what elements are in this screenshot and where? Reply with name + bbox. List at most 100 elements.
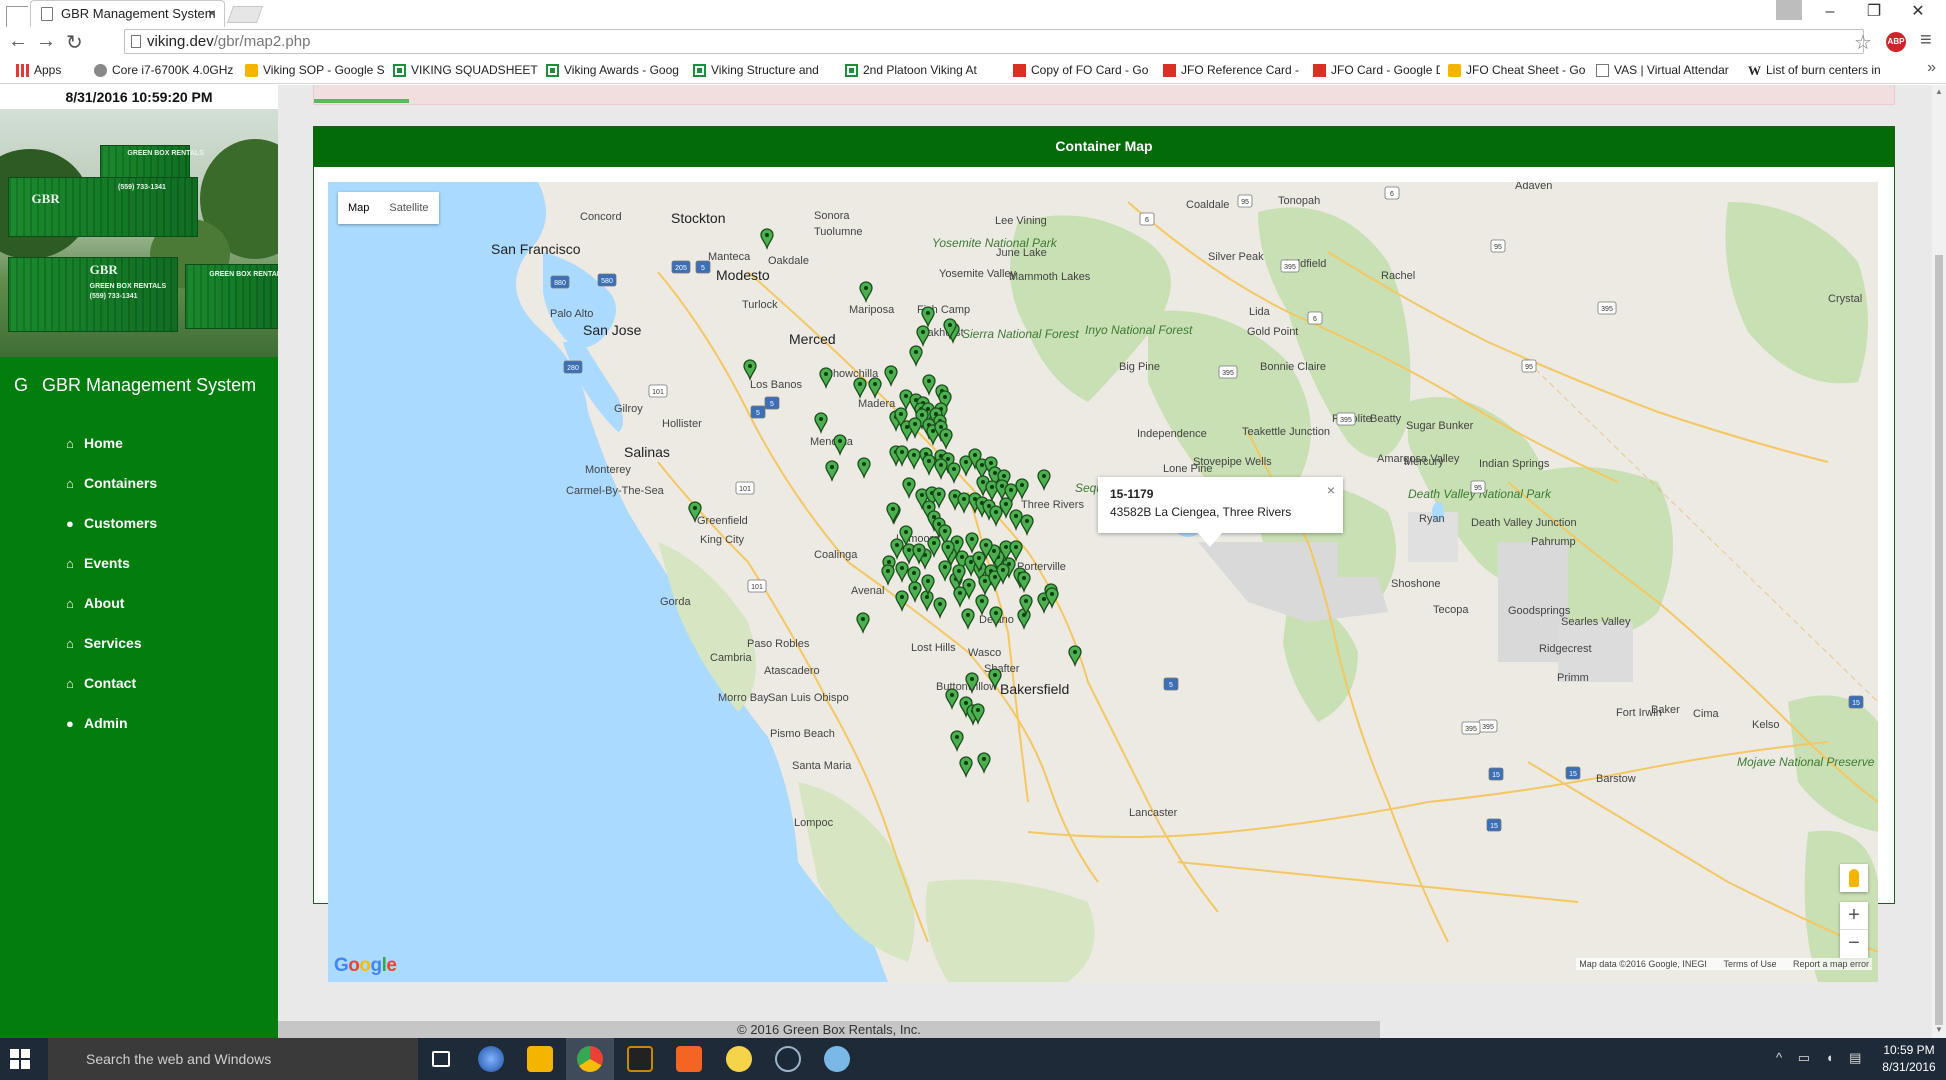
- container-marker-icon[interactable]: [833, 434, 847, 457]
- bookmark-item[interactable]: Viking Structure and: [693, 63, 819, 80]
- container-marker-icon[interactable]: [853, 377, 867, 400]
- container-marker-icon[interactable]: [1009, 540, 1023, 563]
- sidebar-item-admin[interactable]: ● Admin: [66, 712, 157, 752]
- container-marker-icon[interactable]: [902, 477, 916, 500]
- container-marker-icon[interactable]: [922, 374, 936, 397]
- tab-close-icon[interactable]: ×: [208, 1, 216, 26]
- google-logo[interactable]: Google: [334, 955, 397, 977]
- container-marker-icon[interactable]: [884, 365, 898, 388]
- container-marker-icon[interactable]: [1037, 469, 1051, 492]
- container-marker-icon[interactable]: [895, 561, 909, 584]
- container-marker-icon[interactable]: [908, 581, 922, 604]
- google-map[interactable]: Concord Stockton San Francisco Manteca Modes…: [328, 182, 1878, 982]
- bookmark-item[interactable]: Viking Awards - Goog: [546, 63, 679, 80]
- browser-menu-icon[interactable]: ≡: [1920, 29, 1932, 52]
- sidebar-item-containers[interactable]: ⌂ Containers: [66, 472, 157, 512]
- info-window-close-icon[interactable]: ×: [1327, 482, 1335, 498]
- map-canvas[interactable]: Concord Stockton San Francisco Manteca Modes…: [328, 182, 1878, 982]
- container-marker-icon[interactable]: [1020, 514, 1034, 537]
- container-marker-icon[interactable]: [959, 756, 973, 779]
- container-marker-icon[interactable]: [977, 752, 991, 775]
- bookmark-item[interactable]: Copy of FO Card - Go: [1013, 63, 1148, 80]
- chicken-app-icon[interactable]: [726, 1046, 752, 1072]
- container-marker-icon[interactable]: [881, 564, 895, 587]
- scrollbar-thumb[interactable]: [1935, 255, 1943, 1025]
- bookmark-item[interactable]: 2nd Platoon Viking At: [845, 63, 977, 80]
- container-marker-icon[interactable]: [989, 505, 1003, 528]
- container-marker-icon[interactable]: [890, 538, 904, 561]
- taskbar-search-box[interactable]: Search the web and Windows: [48, 1038, 418, 1080]
- container-marker-icon[interactable]: [965, 532, 979, 555]
- app-icon[interactable]: [824, 1046, 850, 1072]
- bookmark-item[interactable]: W List of burn centers in: [1748, 63, 1881, 80]
- close-window-button[interactable]: ✕: [1896, 0, 1940, 25]
- container-marker-icon[interactable]: [907, 448, 921, 471]
- container-marker-icon[interactable]: [760, 228, 774, 251]
- browser-tab[interactable]: GBR Management System ×: [30, 0, 225, 27]
- container-marker-icon[interactable]: [950, 730, 964, 753]
- container-marker-icon[interactable]: [825, 460, 839, 483]
- forward-arrow-icon[interactable]: →: [36, 30, 56, 53]
- adblock-plus-icon[interactable]: ABP: [1886, 32, 1906, 52]
- more-bookmarks-icon[interactable]: »: [1927, 59, 1936, 77]
- container-marker-icon[interactable]: [957, 492, 971, 515]
- reload-icon[interactable]: ↻: [66, 30, 83, 55]
- bookmark-item[interactable]: JFO Reference Card -: [1163, 63, 1299, 80]
- container-marker-icon[interactable]: [819, 367, 833, 390]
- container-marker-icon[interactable]: [743, 359, 757, 382]
- sidebar-item-home[interactable]: ⌂ Home: [66, 432, 157, 472]
- cortana-app-icon[interactable]: [478, 1046, 504, 1072]
- container-marker-icon[interactable]: [859, 281, 873, 304]
- container-marker-icon[interactable]: [953, 586, 967, 609]
- container-marker-icon[interactable]: [916, 325, 930, 348]
- back-arrow-icon[interactable]: ←: [8, 30, 28, 53]
- map-type-map-button[interactable]: Map: [338, 192, 379, 224]
- scroll-down-icon[interactable]: ▼: [1935, 1025, 1943, 1034]
- sidebar-item-services[interactable]: ⌂ Services: [66, 632, 157, 672]
- bookmark-item[interactable]: JFO Card - Google Dr: [1313, 63, 1440, 80]
- container-marker-icon[interactable]: [1015, 478, 1029, 501]
- container-marker-icon[interactable]: [921, 306, 935, 329]
- bookmark-item[interactable]: VIKING SQUADSHEET: [393, 63, 538, 80]
- scroll-up-icon[interactable]: ▲: [1935, 87, 1943, 96]
- container-marker-icon[interactable]: [895, 590, 909, 613]
- taskbar-clock[interactable]: 10:59 PM 8/31/2016: [1872, 1042, 1946, 1076]
- container-marker-icon[interactable]: [961, 608, 975, 631]
- bookmark-item[interactable]: JFO Cheat Sheet - Go: [1448, 63, 1585, 80]
- page-info-icon[interactable]: [131, 35, 141, 48]
- container-marker-icon[interactable]: [857, 457, 871, 480]
- bookmark-item[interactable]: VAS | Virtual Attendar: [1596, 63, 1729, 80]
- container-marker-icon[interactable]: [938, 560, 952, 583]
- container-marker-icon[interactable]: [945, 688, 959, 711]
- sidebar-item-contact[interactable]: ⌂ Contact: [66, 672, 157, 712]
- bookmark-star-icon[interactable]: ☆: [1854, 30, 1872, 55]
- container-marker-icon[interactable]: [922, 454, 936, 477]
- sidebar-item-customers[interactable]: ● Customers: [66, 512, 157, 552]
- container-marker-icon[interactable]: [1009, 509, 1023, 532]
- user-profile-button[interactable]: [1776, 0, 1802, 20]
- container-marker-icon[interactable]: [933, 597, 947, 620]
- container-marker-icon[interactable]: [1017, 608, 1031, 631]
- xampp-icon[interactable]: [676, 1046, 702, 1072]
- street-view-pegman-icon[interactable]: [1840, 864, 1868, 892]
- new-tab-button[interactable]: [226, 6, 264, 23]
- brand[interactable]: G GBR Management System: [14, 375, 256, 396]
- page-scrollbar[interactable]: ▲ ▼: [1932, 85, 1946, 1038]
- sidebar-item-events[interactable]: ⌂ Events: [66, 552, 157, 592]
- map-type-satellite-button[interactable]: Satellite: [379, 192, 438, 224]
- restore-button[interactable]: ❐: [1852, 0, 1896, 25]
- steam-icon[interactable]: [775, 1046, 801, 1072]
- container-marker-icon[interactable]: [856, 612, 870, 635]
- bookmark-item[interactable]: Core i7-6700K 4.0GHz: [94, 63, 233, 80]
- bookmark-item[interactable]: Viking SOP - Google S: [245, 63, 385, 80]
- minimize-button[interactable]: –: [1808, 0, 1852, 25]
- report-map-error-link[interactable]: Report a map error: [1793, 959, 1869, 969]
- sublime-text-icon[interactable]: [627, 1046, 653, 1072]
- chrome-icon[interactable]: [577, 1046, 603, 1072]
- zoom-in-button[interactable]: +: [1840, 902, 1868, 930]
- container-marker-icon[interactable]: [934, 458, 948, 481]
- container-marker-icon[interactable]: [975, 594, 989, 617]
- windows-start-icon[interactable]: [10, 1049, 30, 1069]
- system-tray-icons[interactable]: ^ ▭ ◖ ▤: [1776, 1050, 1867, 1066]
- file-explorer-icon[interactable]: [527, 1046, 553, 1072]
